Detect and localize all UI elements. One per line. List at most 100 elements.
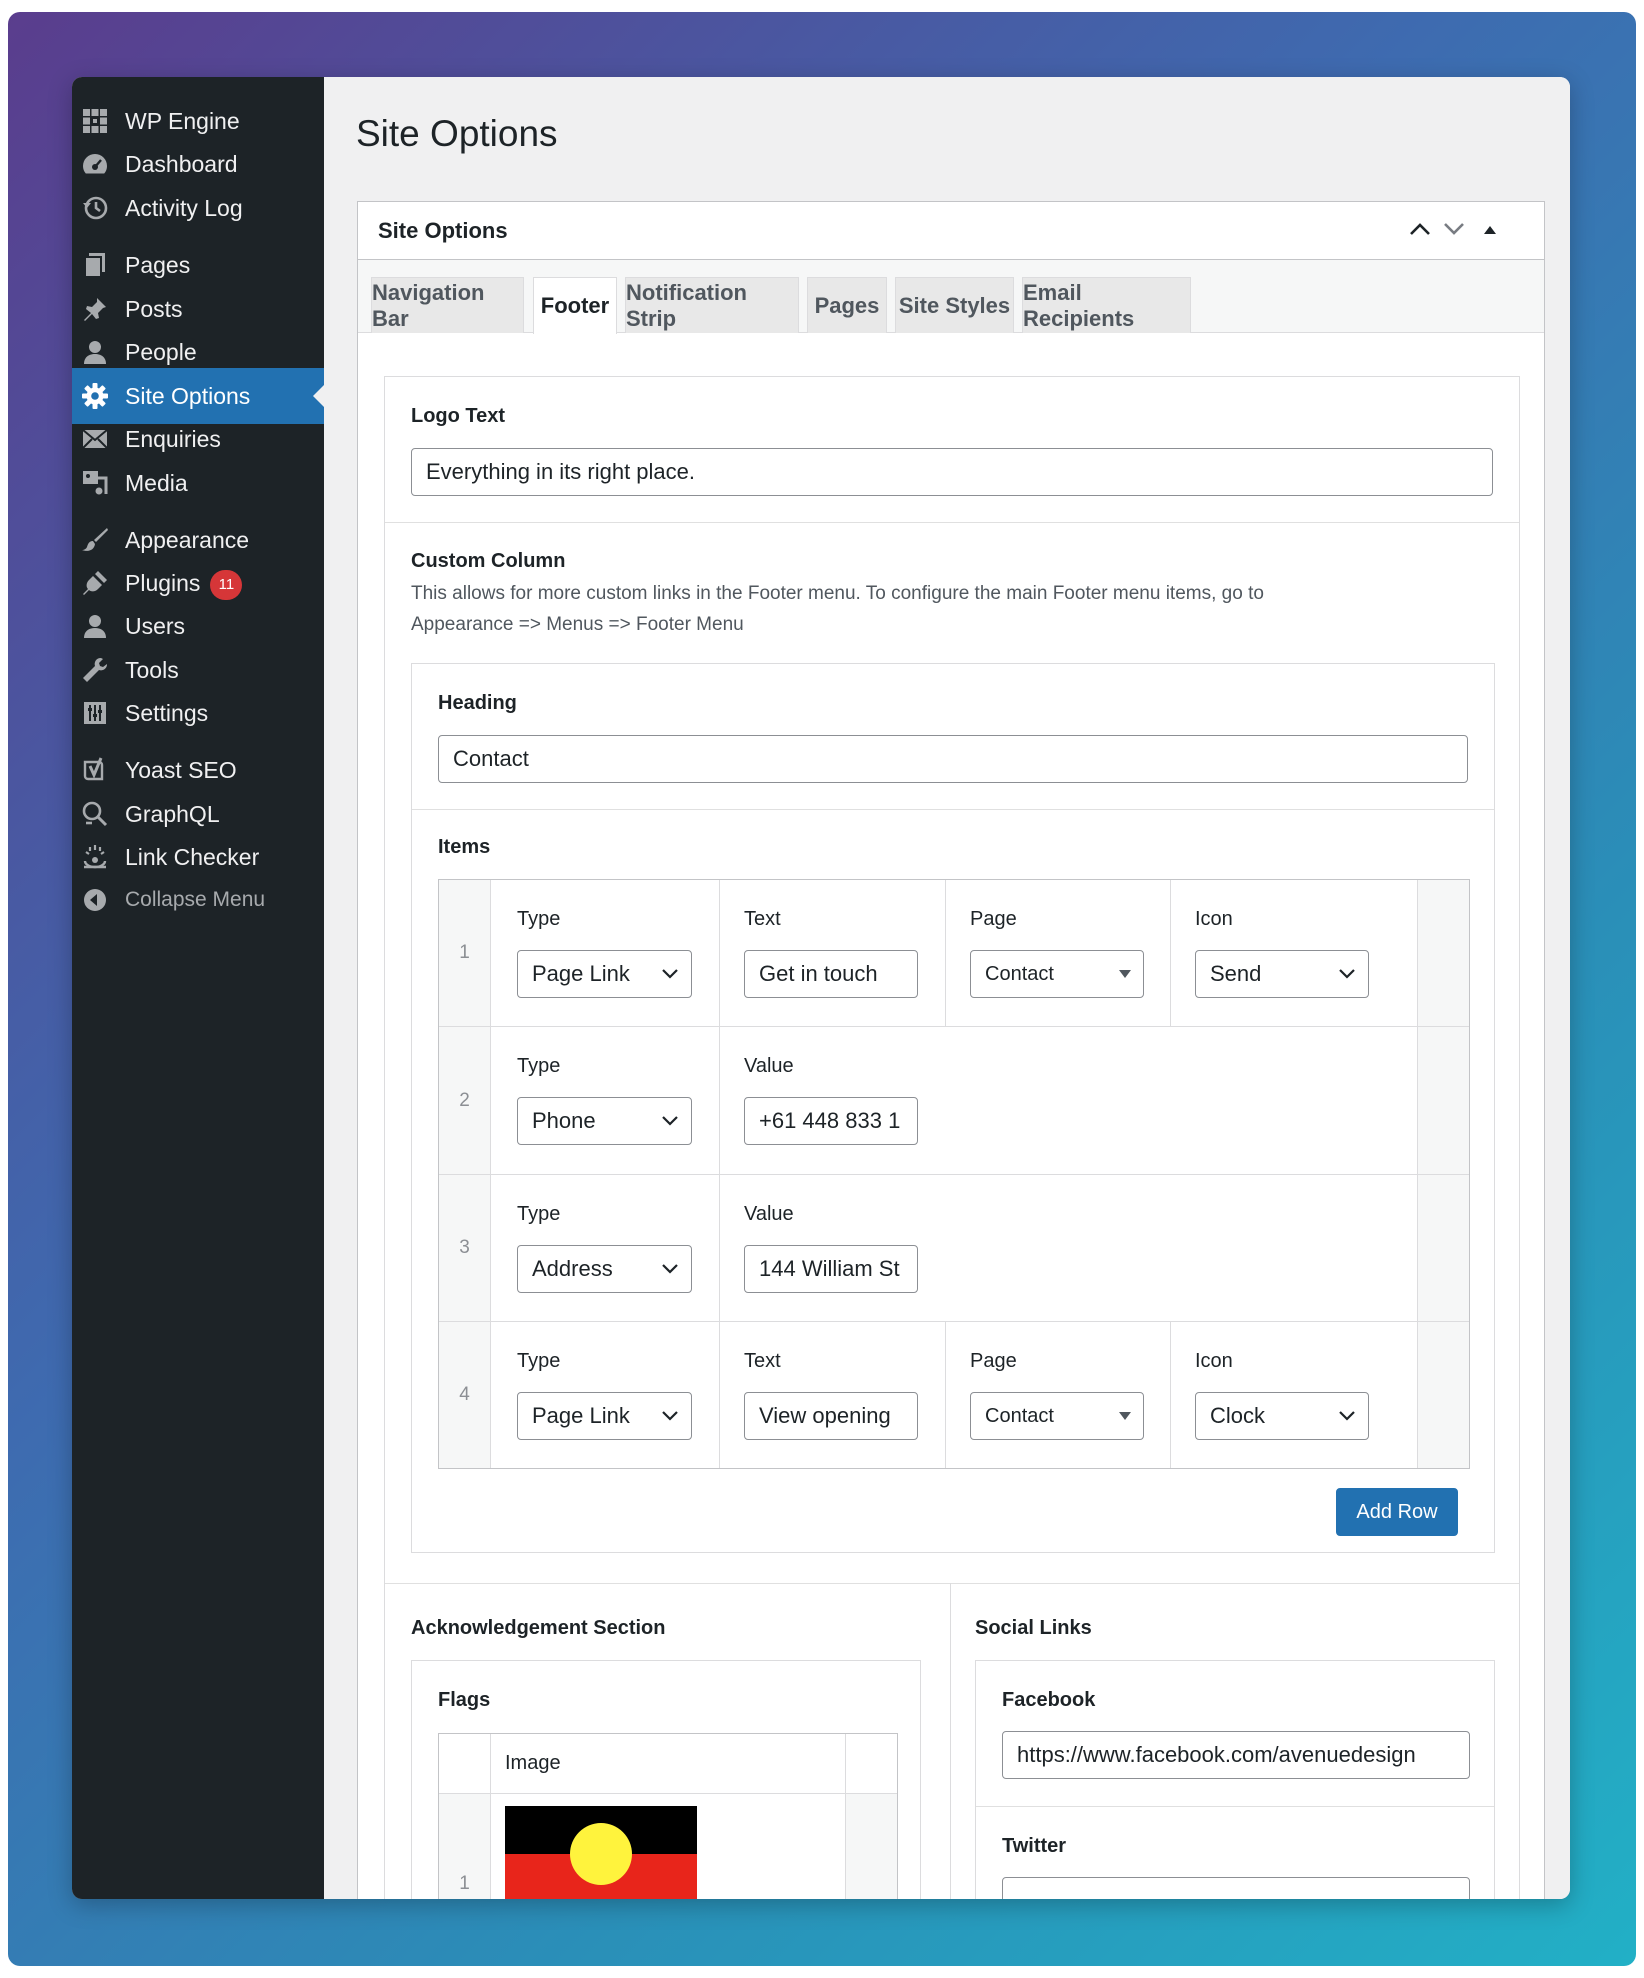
tab-site-styles[interactable]: Site Styles <box>895 277 1014 333</box>
value-input[interactable]: 144 William St <box>744 1245 918 1293</box>
col-divider <box>719 1322 720 1468</box>
row-handle[interactable] <box>1417 1027 1469 1174</box>
postbox-header: Site Options <box>358 202 1544 260</box>
social-links-label: Social Links <box>975 1617 1092 1639</box>
row-handle[interactable] <box>1417 1322 1469 1468</box>
move-down-button[interactable] <box>1438 215 1470 247</box>
row-handle[interactable] <box>845 1794 897 1899</box>
collapse-arrow-icon <box>81 886 109 914</box>
type-select-value: Address <box>532 1256 613 1281</box>
sidebar-item-label: Dashboard <box>125 151 238 177</box>
sidebar-item-label: Enquiries <box>125 426 221 452</box>
sidebar-item-label: People <box>125 339 197 365</box>
triangle-up-icon <box>1483 222 1497 240</box>
row-number[interactable]: 2 <box>439 1027 491 1174</box>
items-label: Items <box>438 836 491 858</box>
tab-notification-strip[interactable]: Notification Strip <box>625 277 799 333</box>
tab-bar: Navigation Bar Footer Notification Strip… <box>358 260 1544 334</box>
value-input[interactable]: +61 448 833 1 <box>744 1097 918 1145</box>
tab-footer[interactable]: Footer <box>533 277 617 334</box>
social-links-box: Facebook https://www.facebook.com/avenue… <box>975 1660 1495 1899</box>
table-header-row: Image <box>439 1734 897 1794</box>
mail-icon <box>81 425 109 453</box>
collapse-menu-button[interactable]: Collapse Menu <box>72 872 324 928</box>
custom-column-description-path: Appearance => Menus => Footer Menu <box>411 614 744 635</box>
col-divider <box>719 880 720 1026</box>
divider <box>412 809 1494 810</box>
divider <box>385 1583 1519 1584</box>
facebook-input[interactable]: https://www.facebook.com/avenuedesign <box>1002 1731 1470 1779</box>
sidebar-item-label: Yoast SEO <box>125 757 237 783</box>
text-label: Text <box>744 1350 781 1372</box>
text-input[interactable]: Get in touch <box>744 950 918 998</box>
aboriginal-flag-image[interactable] <box>505 1806 697 1899</box>
chevron-up-icon <box>1409 222 1431 241</box>
icon-select[interactable]: Send <box>1195 950 1369 998</box>
chevron-down-icon <box>1443 222 1465 241</box>
wrench-icon <box>81 656 109 684</box>
row-number[interactable]: 4 <box>439 1322 491 1468</box>
media-icon <box>81 469 109 497</box>
add-row-button[interactable]: Add Row <box>1336 1488 1458 1536</box>
sidebar-item-media[interactable]: Media <box>72 455 324 511</box>
icon-label: Icon <box>1195 908 1233 930</box>
dashboard-icon <box>81 150 109 178</box>
table-row: 2 Type Phone Value +61 448 833 1 <box>439 1027 1469 1175</box>
row-number[interactable]: 1 <box>439 1794 491 1899</box>
plugins-label: Plugins <box>125 570 201 596</box>
row-handle[interactable] <box>1417 880 1469 1026</box>
sidebar-item-label: Plugins 11 <box>125 569 243 600</box>
twitter-input[interactable] <box>1002 1877 1470 1899</box>
icon-label: Icon <box>1195 1350 1233 1372</box>
page-select[interactable]: Contact <box>970 950 1144 998</box>
page-label: Page <box>970 1350 1017 1372</box>
value-label: Value <box>744 1055 794 1077</box>
type-label: Type <box>517 908 561 930</box>
background-gradient: WP Engine Dashboard Activity Log Pages P… <box>8 12 1636 1966</box>
chevron-down-icon <box>1339 951 1355 997</box>
heading-input[interactable]: Contact <box>438 735 1468 783</box>
text-input[interactable]: View opening <box>744 1392 918 1440</box>
yoast-icon <box>81 756 109 784</box>
icon-select[interactable]: Clock <box>1195 1392 1369 1440</box>
type-select[interactable]: Page Link <box>517 1392 692 1440</box>
pin-icon <box>81 295 109 323</box>
icon-select-value: Send <box>1210 961 1262 986</box>
settings-icon <box>81 699 109 727</box>
tab-email-recipients[interactable]: Email Recipients <box>1022 277 1191 333</box>
custom-column-description: This allows for more custom links in the… <box>411 583 1264 604</box>
logo-text-input[interactable]: Everything in its right place. <box>411 448 1493 496</box>
page-select-value: Contact <box>985 1405 1054 1427</box>
collapse-menu-label: Collapse Menu <box>125 888 266 911</box>
tab-pages[interactable]: Pages <box>807 277 887 333</box>
custom-column-box: Heading Contact Items 1 Type Page Link T… <box>411 663 1495 1553</box>
caret-down-icon <box>1119 1393 1131 1439</box>
value-label: Value <box>744 1203 794 1225</box>
acknowledgement-box: Flags Image 1 <box>411 1660 921 1899</box>
type-select[interactable]: Page Link <box>517 950 692 998</box>
heading-label: Heading <box>438 692 517 714</box>
header-spacer-right <box>845 1734 897 1793</box>
row-number[interactable]: 1 <box>439 880 491 1026</box>
caret-down-icon <box>1119 951 1131 997</box>
row-number[interactable]: 3 <box>439 1175 491 1321</box>
sidebar-item-activity-log[interactable]: Activity Log <box>72 180 324 236</box>
sidebar-item-label: Appearance <box>125 527 250 553</box>
type-select[interactable]: Phone <box>517 1097 692 1145</box>
chevron-down-icon <box>662 1393 678 1439</box>
type-select[interactable]: Address <box>517 1245 692 1293</box>
sidebar-item-label: Posts <box>125 296 183 322</box>
tab-navigation-bar[interactable]: Navigation Bar <box>371 277 524 333</box>
sidebar-item-label: Settings <box>125 700 209 726</box>
sidebar-item-label: WP Engine <box>125 108 240 134</box>
sidebar-item-label: GraphQL <box>125 801 220 827</box>
toggle-panel-button[interactable] <box>1474 215 1506 247</box>
move-up-button[interactable] <box>1404 215 1436 247</box>
pages-icon <box>81 251 109 279</box>
person-icon <box>81 338 109 366</box>
type-select-value: Phone <box>532 1108 596 1133</box>
page-select[interactable]: Contact <box>970 1392 1144 1440</box>
row-handle[interactable] <box>1417 1175 1469 1321</box>
brush-icon <box>81 526 109 554</box>
sidebar-item-settings[interactable]: Settings <box>72 685 324 741</box>
